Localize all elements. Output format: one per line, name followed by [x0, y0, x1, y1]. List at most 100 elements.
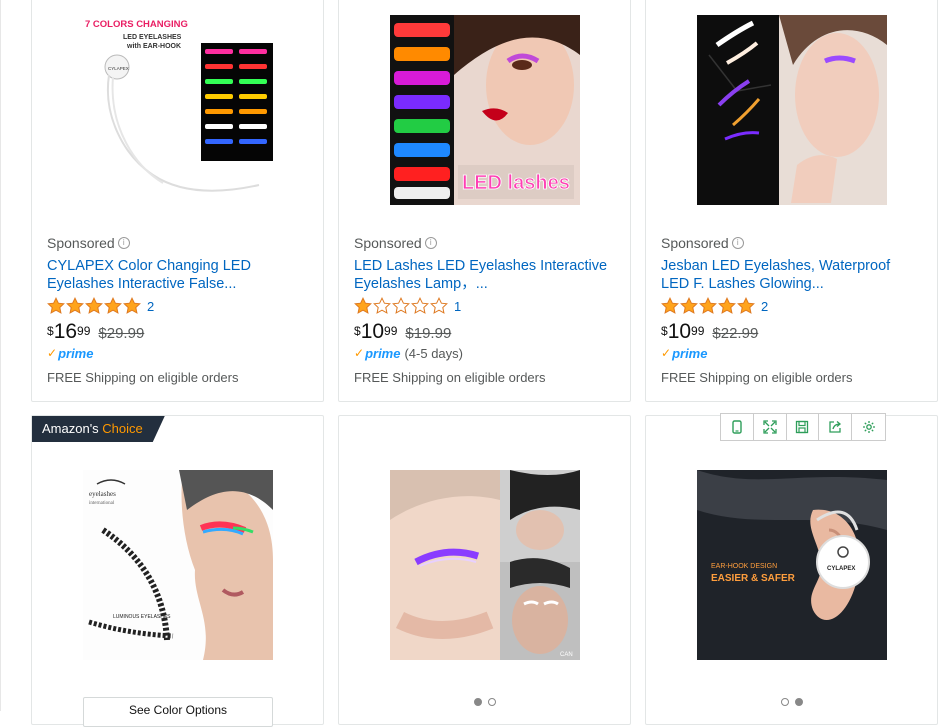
prime-badge: ✓ prime (4-5 days) [354, 345, 618, 361]
star-filled-icon [66, 297, 84, 314]
expand-button[interactable] [754, 414, 787, 440]
star-rating[interactable] [47, 297, 141, 315]
share-button[interactable] [819, 414, 853, 440]
sponsored-text: Sponsored [354, 235, 422, 251]
sponsored-label[interactable]: Sponsored i [47, 234, 311, 252]
mobile-view-button[interactable] [721, 414, 754, 440]
price-fraction: 99 [691, 324, 705, 338]
price-row: $ 16 99 $29.99 [47, 321, 311, 345]
product-title-link[interactable]: CYLAPEX Color Changing LED Eyelashes Int… [47, 257, 311, 293]
carousel-dot[interactable] [780, 698, 789, 706]
rating-row[interactable]: 1 [354, 296, 618, 316]
product-photo-led-lashes: LED lashes [389, 15, 580, 205]
product-photo-cylapex: 7 COLORS CHANGING LED EYELASHES with EAR… [82, 15, 273, 205]
see-color-options-button[interactable]: See Color Options [83, 697, 273, 727]
image-text: EASIER & SAFER [711, 573, 796, 584]
carousel-dot[interactable] [487, 698, 496, 706]
carousel-dots[interactable] [780, 698, 803, 706]
product-image-2[interactable]: LED lashes [389, 15, 580, 205]
prime-check-icon: ✓ [354, 346, 365, 360]
star-filled-icon [354, 297, 372, 314]
price-whole: 10 [360, 320, 385, 343]
info-icon[interactable]: i [424, 237, 437, 249]
share-icon [829, 421, 842, 433]
expand-icon [763, 420, 777, 434]
product-info: Sponsored i CYLAPEX Color Changing LED E… [47, 234, 311, 385]
product-card-3[interactable]: Sponsored i Jesban LED Eyelashes, Waterp… [645, 0, 938, 402]
prime-check-icon: ✓ [661, 346, 672, 360]
star-rating[interactable] [354, 297, 448, 315]
star-filled-icon [718, 297, 736, 314]
product-info: Sponsored i Jesban LED Eyelashes, Waterp… [661, 234, 925, 385]
star-filled-icon [47, 297, 65, 314]
prime-logo: prime [672, 345, 708, 361]
prime-badge: ✓ prime [47, 345, 311, 361]
info-icon[interactable]: i [117, 237, 130, 249]
badge-choice: Choice [102, 421, 143, 436]
image-text: CAN [560, 652, 573, 658]
product-image-6[interactable]: CYLAPEX EAR-HOOK DESIGN EASIER & SAFER [696, 470, 887, 660]
product-photo-ear-hook: CYLAPEX EAR-HOOK DESIGN EASIER & SAFER [696, 470, 887, 660]
settings-icon [862, 421, 875, 433]
price-symbol: $ [47, 324, 54, 338]
rating-row[interactable]: 2 [47, 296, 311, 316]
sponsored-text: Sponsored [47, 235, 115, 251]
product-card-5[interactable]: CAN [338, 415, 631, 725]
rating-row[interactable]: 2 [661, 296, 925, 316]
rating-count-link[interactable]: 2 [147, 299, 154, 314]
product-photo-luminous: eyelashes international LUMINOUS EYELASH… [82, 470, 273, 660]
title-line: CYLAPEX Color Changing LED [47, 258, 251, 274]
price: $ 10 99 [354, 321, 397, 343]
sponsored-label[interactable]: Sponsored i [354, 234, 618, 252]
product-title-link[interactable]: LED Lashes LED Eyelashes Interactive Eye… [354, 257, 618, 293]
carousel-dot[interactable] [794, 698, 803, 706]
rating-count-link[interactable]: 2 [761, 299, 768, 314]
prime-check-icon: ✓ [47, 346, 58, 360]
list-price: $19.99 [405, 325, 452, 342]
star-rating[interactable] [661, 297, 755, 315]
list-price: $29.99 [98, 325, 145, 342]
image-text: LUMINOUS EYELASHES [113, 614, 171, 620]
carousel-dots[interactable] [473, 698, 496, 706]
product-card-6[interactable]: CYLAPEX EAR-HOOK DESIGN EASIER & SAFER [645, 415, 938, 725]
rating-count-link[interactable]: 1 [454, 299, 461, 314]
product-info: Sponsored i LED Lashes LED Eyelashes Int… [354, 234, 618, 385]
prime-logo: prime [365, 345, 401, 361]
product-photo-collage: CAN [389, 470, 580, 660]
product-image-5[interactable]: CAN [389, 470, 580, 660]
product-card-1[interactable]: 7 COLORS CHANGING LED EYELASHES with EAR… [31, 0, 324, 402]
star-empty-icon [373, 297, 391, 314]
price: $ 16 99 [47, 321, 90, 343]
star-filled-icon [85, 297, 103, 314]
title-line: Jesban LED Eyelashes, Waterproof [661, 258, 891, 274]
settings-button[interactable] [852, 414, 885, 440]
info-icon[interactable]: i [731, 237, 744, 249]
shipping-text: FREE Shipping on eligible orders [661, 370, 853, 385]
product-image-3[interactable] [696, 15, 887, 205]
title-line: LED Lashes LED Eyelashes Interactive [354, 258, 608, 274]
save-button[interactable] [787, 414, 820, 440]
price-row: $ 10 99 $22.99 [661, 321, 925, 345]
image-text: eyelashes [89, 490, 116, 498]
image-text: international [89, 501, 115, 506]
product-image-1[interactable]: 7 COLORS CHANGING LED EYELASHES with EAR… [82, 15, 273, 205]
mobile-icon [732, 420, 742, 434]
star-filled-icon [123, 297, 141, 314]
product-image-4[interactable]: eyelashes international LUMINOUS EYELASH… [82, 470, 273, 660]
star-filled-icon [680, 297, 698, 314]
price-symbol: $ [354, 324, 361, 338]
price-row: $ 10 99 $19.99 [354, 321, 618, 345]
floating-toolbar [720, 413, 886, 441]
price-whole: 10 [667, 320, 692, 343]
product-title-link[interactable]: Jesban LED Eyelashes, Waterproof LED F. … [661, 257, 925, 293]
star-empty-icon [430, 297, 448, 314]
image-text: LED EYELASHES [123, 34, 182, 41]
title-line: LED F. Lashes Glowing... [661, 276, 824, 292]
sponsored-label[interactable]: Sponsored i [661, 234, 925, 252]
delivery-estimate: (4-5 days) [404, 345, 463, 361]
star-empty-icon [392, 297, 410, 314]
title-line: Eyelashes Lamp，... [354, 276, 488, 292]
carousel-dot[interactable] [473, 698, 482, 706]
product-card-2[interactable]: LED lashes Sponsored i LED Lashes LED Ey… [338, 0, 631, 402]
product-card-4[interactable]: Amazon's Choice eyelashes international … [31, 415, 324, 727]
